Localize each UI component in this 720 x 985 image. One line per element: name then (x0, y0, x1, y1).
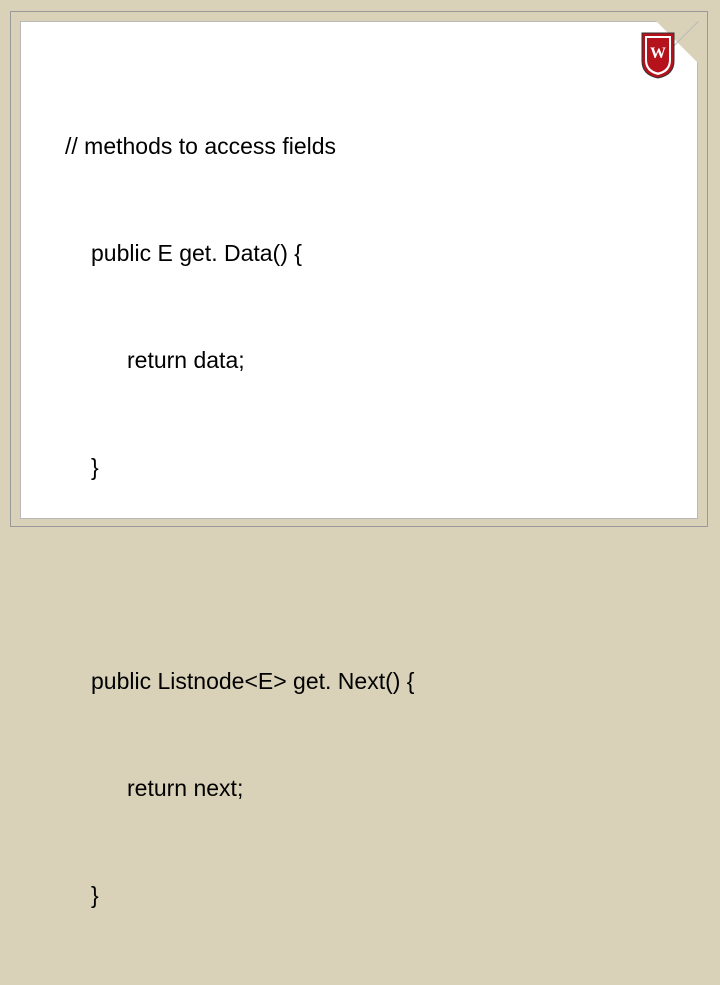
slide-frame: // methods to access fields public E get… (10, 11, 708, 527)
code-line-return-data: return data; (65, 343, 637, 379)
uw-crest-icon: W (640, 31, 676, 79)
code-line-getdata-sig: public E get. Data() { (65, 236, 637, 272)
code-block: // methods to access fields public E get… (65, 58, 637, 985)
code-line-getnext-sig: public Listnode<E> get. Next() { (65, 664, 637, 700)
code-line-close1: } (65, 450, 637, 486)
blank-line (65, 557, 637, 593)
code-line-return-next: return next; (65, 771, 637, 807)
code-line-close2: } (65, 878, 637, 914)
crest-letter: W (650, 45, 666, 62)
code-line-comment: // methods to access fields (65, 129, 637, 165)
slide-card: // methods to access fields public E get… (20, 21, 698, 519)
